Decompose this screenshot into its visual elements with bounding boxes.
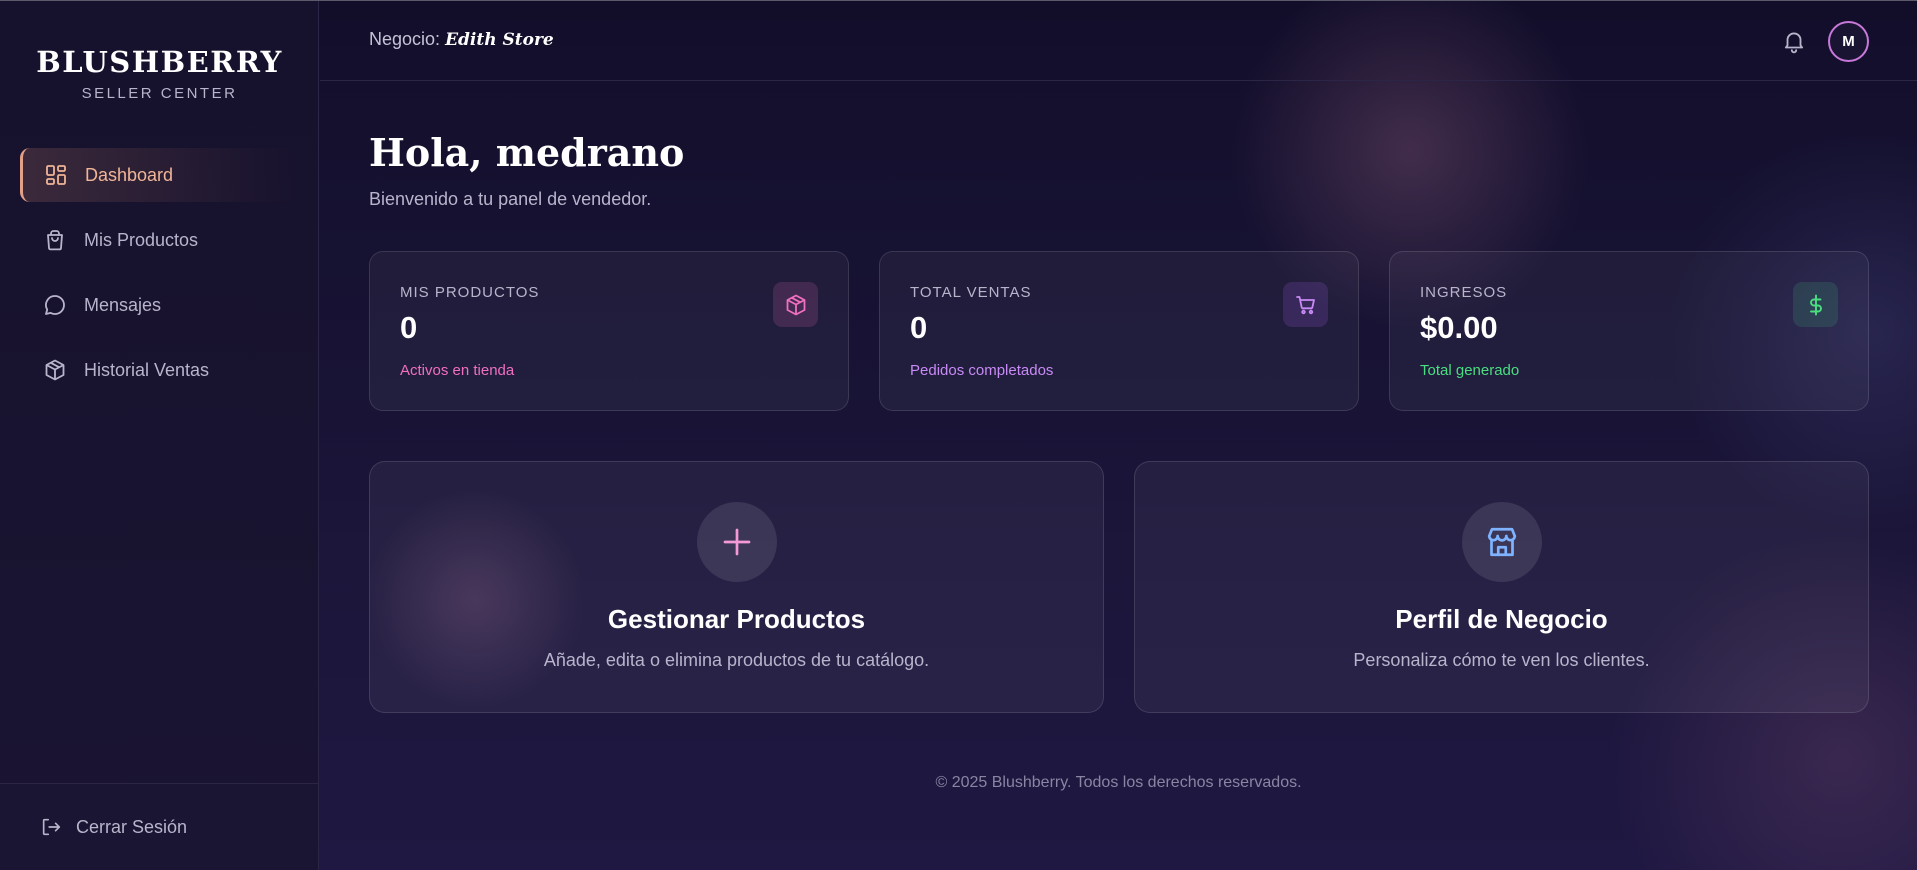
logout-icon [42, 818, 61, 836]
stat-value: 0 [910, 310, 928, 345]
action-title: Perfil de Negocio [1395, 604, 1608, 634]
store-icon [1462, 502, 1542, 582]
sidebar-footer: Cerrar Sesión [0, 783, 319, 870]
business-name: Edith Store [445, 30, 554, 50]
stat-label: MIS PRODUCTOS [400, 284, 540, 301]
cart-icon [1283, 282, 1328, 327]
page-title: Hola, medrano [369, 130, 685, 175]
action-title: Gestionar Productos [607, 604, 866, 634]
notifications-button[interactable] [1781, 28, 1807, 54]
sidebar-item-label: Historial Ventas [84, 359, 210, 380]
business-indicator: Negocio: Edith Store [369, 29, 554, 50]
copyright-footer: © 2025 Blushberry. Todos los derechos re… [935, 774, 1302, 791]
sidebar-item-dashboard[interactable]: Dashboard [20, 148, 299, 202]
message-bubble-icon [42, 292, 68, 318]
action-description: Añade, edita o elimina productos de tu c… [543, 650, 930, 670]
business-profile-card[interactable]: Perfil de Negocio Personaliza cómo te ve… [1134, 461, 1869, 713]
avatar[interactable]: M [1828, 21, 1869, 62]
sidebar-item-label: Mis Productos [84, 229, 199, 250]
sidebar-nav: Dashboard Mis Productos Mensajes Histori… [20, 148, 299, 408]
box-icon [773, 282, 818, 327]
page-subtitle: Bienvenido a tu panel de vendedor. [369, 189, 652, 209]
stat-card-revenue: INGRESOS $0.00 Total generado [1389, 251, 1869, 411]
dashboard-grid-icon [43, 162, 69, 188]
plus-icon [697, 502, 777, 582]
stat-card-sales: TOTAL VENTAS 0 Pedidos completados [879, 251, 1359, 411]
brand: BLUSHBERRY SELLER CENTER [0, 45, 319, 102]
sidebar-item-historial-ventas[interactable]: Historial Ventas [20, 343, 299, 397]
sidebar-item-label: Dashboard [85, 164, 174, 185]
business-prefix: Negocio: [369, 29, 441, 49]
stat-label: TOTAL VENTAS [910, 284, 1032, 301]
stat-label: INGRESOS [1420, 284, 1508, 301]
stat-note: Pedidos completados [910, 362, 1054, 379]
logout-button[interactable]: Cerrar Sesión [40, 816, 187, 838]
sidebar-item-mis-productos[interactable]: Mis Productos [20, 213, 299, 267]
action-description: Personaliza cómo te ven los clientes. [1353, 650, 1650, 670]
stat-note: Total generado [1420, 362, 1520, 379]
dollar-icon [1793, 282, 1838, 327]
sidebar-item-label: Mensajes [84, 294, 162, 315]
top-header: Negocio: Edith Store M [320, 1, 1917, 81]
stat-card-products: MIS PRODUCTOS 0 Activos en tienda [369, 251, 849, 411]
sidebar: BLUSHBERRY SELLER CENTER Dashboard Mis P… [0, 1, 319, 870]
bell-icon [1784, 32, 1804, 54]
stat-value: 0 [400, 310, 418, 345]
manage-products-card[interactable]: Gestionar Productos Añade, edita o elimi… [369, 461, 1104, 713]
stat-value: $0.00 [1420, 310, 1498, 345]
box-icon [42, 357, 68, 383]
logout-label: Cerrar Sesión [76, 816, 188, 837]
shopping-bag-icon [42, 227, 68, 253]
brand-subtitle: SELLER CENTER [81, 85, 238, 102]
stat-note: Activos en tienda [400, 362, 515, 379]
brand-name: BLUSHBERRY [36, 45, 283, 79]
sidebar-item-mensajes[interactable]: Mensajes [20, 278, 299, 332]
